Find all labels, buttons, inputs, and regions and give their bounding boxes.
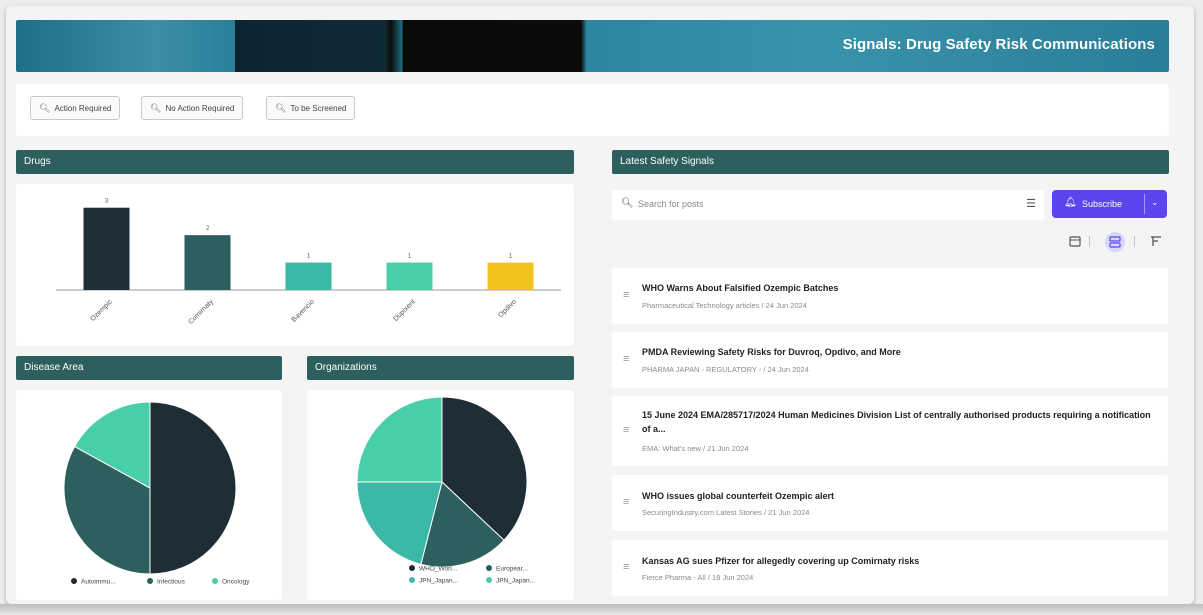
x-tick-label: Ozempic	[89, 298, 114, 323]
legend-label: Infectious	[157, 579, 186, 586]
legend-label: Oncology	[222, 579, 250, 586]
page-title: Signals: Drug Safety Risk Communications	[842, 36, 1155, 53]
list-view-icon[interactable]	[1104, 231, 1126, 252]
data-label: 1	[408, 254, 412, 260]
bar	[487, 262, 534, 290]
drag-handle-icon[interactable]: ≡	[623, 353, 629, 365]
filter-label: To be Screened	[290, 103, 347, 113]
post-title[interactable]: Kansas AG sues Pfizer for allegedly cove…	[642, 554, 1152, 568]
post-item[interactable]: ≡ 15 June 2024 EMA/285717/2024 Human Med…	[612, 396, 1168, 466]
divider	[1144, 194, 1145, 214]
post-meta: EMA: What's new / 21 Jun 2024	[642, 444, 749, 453]
drag-handle-icon[interactable]: ≡	[623, 561, 629, 573]
timeline-view-icon[interactable]	[1150, 235, 1162, 253]
bar	[386, 262, 433, 290]
post-item[interactable]: ≡ WHO issues global counterfeit Ozempic …	[612, 475, 1168, 531]
legend-label: WHO_Worl...	[419, 566, 457, 573]
filter-action-required-button[interactable]: 🔍︎ Action Required	[30, 96, 121, 120]
post-title[interactable]: 15 June 2024 EMA/285717/2024 Human Medic…	[642, 408, 1152, 436]
legend-marker	[486, 565, 492, 571]
legend-marker	[71, 578, 77, 584]
filter-no-action-required-button[interactable]: 🔍︎ No Action Required	[141, 96, 244, 120]
drag-handle-icon[interactable]: ≡	[623, 289, 629, 301]
pie-slice	[356, 396, 443, 483]
drugs-chart-card: 3 Ozempic 2 Comirnaty 1 Bavencio 1 Dupixent 1 Opd…	[16, 184, 574, 346]
search-icon: 🔍︎	[39, 102, 51, 113]
post-item[interactable]: ≡ Kansas AG sues Pfizer for allegedly co…	[612, 540, 1168, 596]
filter-label: Action Required	[54, 103, 112, 113]
legend-marker	[147, 578, 153, 584]
section-title: Drugs	[24, 156, 51, 167]
x-tick-label: Bavencio	[291, 298, 316, 323]
drugs-bar-chart: 3 Ozempic 2 Comirnaty 1 Bavencio 1 Dupixent 1 Opd…	[56, 199, 561, 326]
filter-settings-icon[interactable]: ☰	[1026, 197, 1036, 210]
legend-label: JPN_Japan...	[419, 578, 458, 585]
data-label: 3	[105, 199, 109, 205]
post-meta: Pharmaceutical Technology articles / 24 …	[642, 301, 807, 310]
post-title[interactable]: WHO Warns About Falsified Ozempic Batche…	[642, 281, 1152, 295]
bar	[285, 262, 332, 290]
post-title[interactable]: WHO issues global counterfeit Ozempic al…	[642, 489, 1152, 503]
section-title: Disease Area	[24, 362, 84, 373]
legend-marker	[409, 577, 415, 583]
search-icon: 🔍︎	[621, 198, 634, 209]
section-title: Organizations	[315, 362, 377, 373]
legend-marker	[212, 578, 218, 584]
disease-area-pie-chart: Autoimmu... Infectious Oncology	[63, 401, 250, 586]
organizations-chart-card: WHO_Worl... Europear... JPN_Japan... JPN_Ja…	[307, 390, 574, 600]
legend-label: Autoimmu...	[81, 579, 116, 586]
post-meta: SecuringIndustry.com Latest Stories / 21…	[642, 508, 810, 517]
bar	[184, 235, 231, 290]
disease-area-chart-card: Autoimmu... Infectious Oncology	[16, 390, 282, 600]
divider: |	[1133, 235, 1136, 247]
post-meta: PHARMA JAPAN - REGULATORY - / 24 Jun 202…	[642, 365, 809, 374]
window-shadow	[0, 604, 1203, 615]
latest-signals-section-header: Latest Safety Signals	[612, 150, 1169, 174]
filter-to-be-screened-button[interactable]: 🔍︎ To be Screened	[266, 96, 356, 120]
post-title[interactable]: PMDA Reviewing Safety Risks for Duvroq, …	[642, 345, 1152, 359]
organizations-pie-chart: WHO_Worl... Europear... JPN_Japan... JPN_Ja…	[356, 396, 535, 585]
search-icon: 🔍︎	[275, 102, 287, 113]
chevron-down-icon[interactable]: ⌄	[1151, 197, 1159, 208]
subscribe-button[interactable]: 🔔︎ Subscribe ⌄	[1052, 190, 1167, 218]
search-icon: 🔍︎	[150, 102, 162, 113]
x-tick-label: Opdivo	[497, 298, 518, 319]
data-label: 1	[307, 254, 311, 260]
filter-label: No Action Required	[165, 103, 235, 113]
filter-bar: 🔍︎ Action Required 🔍︎ No Action Required…	[16, 84, 1169, 136]
post-search[interactable]: 🔍︎ Search for posts ☰	[612, 190, 1044, 220]
organizations-section-header: Organizations	[307, 356, 574, 380]
data-label: 2	[206, 226, 210, 232]
legend-label: Europear...	[496, 566, 528, 573]
x-tick-label: Comirnaty	[187, 298, 215, 326]
post-item[interactable]: ≡ WHO Warns About Falsified Ozempic Batc…	[612, 268, 1168, 324]
search-input[interactable]: Search for posts	[638, 199, 704, 209]
post-item[interactable]: ≡ PMDA Reviewing Safety Risks for Duvroq…	[612, 332, 1168, 388]
disease-area-section-header: Disease Area	[16, 356, 282, 380]
data-label: 1	[509, 254, 513, 260]
pie-slice	[149, 401, 237, 575]
bell-icon: 🔔︎	[1064, 197, 1077, 208]
bar	[83, 207, 130, 290]
legend-marker	[409, 565, 415, 571]
calendar-view-icon[interactable]	[1069, 235, 1081, 253]
section-title: Latest Safety Signals	[620, 156, 714, 167]
subscribe-label: Subscribe	[1082, 199, 1123, 209]
drugs-section-header: Drugs	[16, 150, 574, 174]
legend-marker	[486, 577, 492, 583]
divider: |	[1088, 235, 1091, 247]
drag-handle-icon[interactable]: ≡	[623, 424, 629, 436]
post-meta: Fierce Pharma - All / 18 Jun 2024	[642, 573, 754, 582]
legend-label: JPN_Japan...	[496, 578, 535, 585]
x-tick-label: Dupixent	[392, 298, 417, 323]
drag-handle-icon[interactable]: ≡	[623, 496, 629, 508]
header-banner: Signals: Drug Safety Risk Communications	[16, 20, 1169, 72]
